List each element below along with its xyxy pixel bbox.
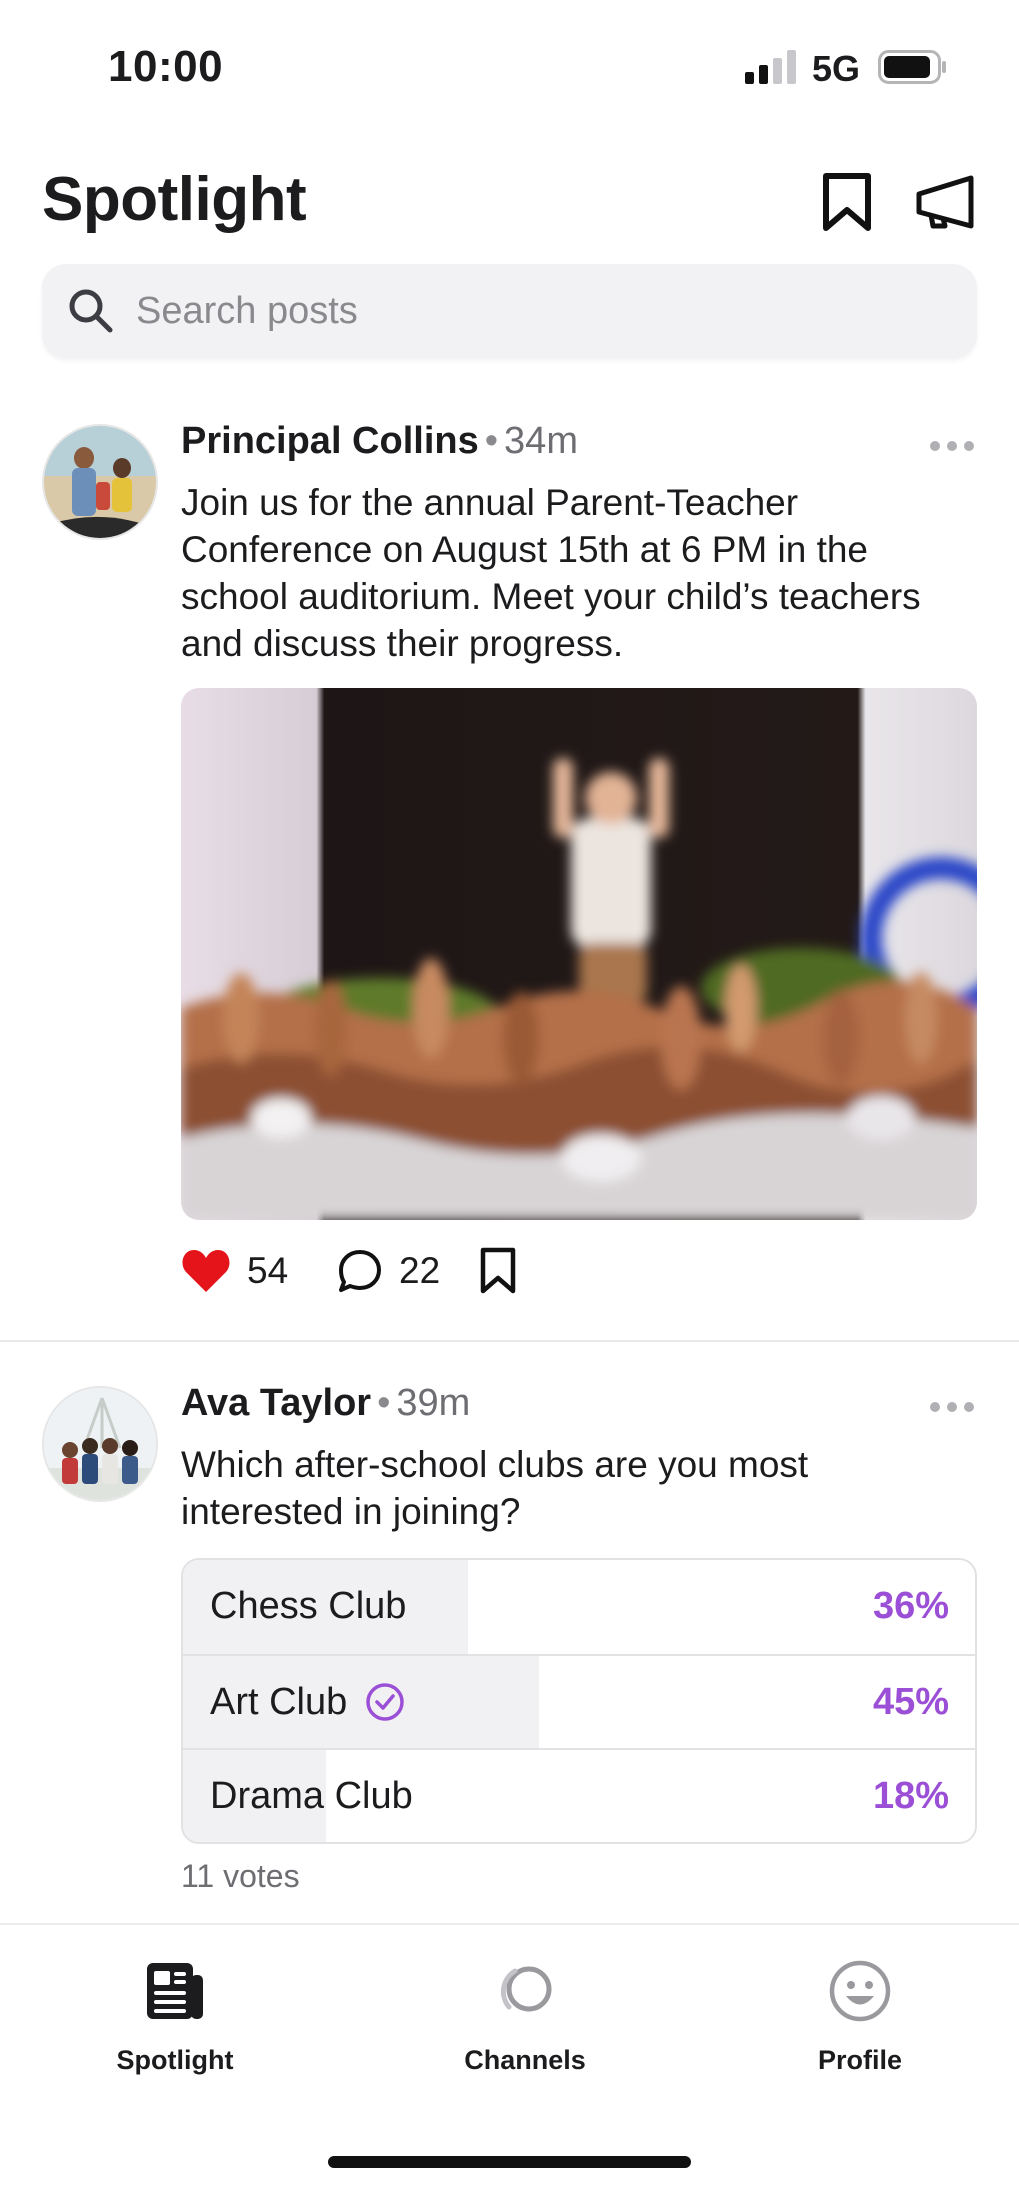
poll-option-label: Art Club — [210, 1681, 348, 1723]
tab-channels[interactable]: Channels — [415, 1959, 635, 2099]
post-header: Principal Collins • 34m — [181, 420, 578, 463]
tab-label: Channels — [464, 2045, 586, 2075]
cellular-signal-icon — [745, 50, 796, 84]
more-options-icon[interactable] — [928, 1400, 976, 1414]
poll: Chess Club 36% Art Club 45% Drama Club 1… — [181, 1558, 977, 1844]
tab-spotlight[interactable]: Spotlight — [65, 1959, 285, 2099]
comment-icon — [339, 1250, 381, 1292]
post-divider — [0, 1340, 1019, 1342]
poll-option[interactable]: Art Club 45% — [183, 1654, 975, 1748]
network-label: 5G — [812, 48, 861, 89]
comment-count: 22 — [399, 1250, 441, 1291]
bookmark-icon — [480, 1247, 516, 1294]
megaphone-icon[interactable] — [915, 172, 977, 234]
bookmark-icon[interactable] — [818, 172, 876, 234]
smiley-icon — [829, 1960, 891, 2022]
post-image[interactable] — [181, 688, 977, 1220]
avatar-photo — [44, 1388, 156, 1500]
check-circle-icon — [366, 1683, 405, 1721]
like-count: 54 — [247, 1250, 289, 1291]
like-button[interactable]: 54 — [181, 1244, 288, 1298]
more-options-icon[interactable] — [928, 439, 976, 453]
search-icon — [69, 289, 113, 333]
comment-button[interactable]: 22 — [337, 1244, 440, 1298]
post-time: 39m — [396, 1382, 471, 1424]
home-indicator — [328, 2156, 691, 2168]
avatar[interactable] — [42, 424, 158, 540]
poll-option-percent: 18% — [872, 1775, 949, 1817]
post-time: 34m — [504, 420, 578, 462]
poll-option[interactable]: Chess Club 36% — [183, 1560, 975, 1654]
meta-separator: • — [484, 420, 499, 462]
search-input[interactable] — [136, 264, 956, 358]
newspaper-icon — [147, 1963, 203, 2019]
poll-option-label: Chess Club — [210, 1585, 407, 1627]
conference-crowd-photo — [181, 688, 977, 1220]
author-name[interactable]: Ava Taylor — [181, 1382, 371, 1424]
channels-icon — [500, 1966, 552, 2012]
heart-icon — [182, 1250, 230, 1292]
post-header: Ava Taylor • 39m — [181, 1382, 470, 1425]
avatar[interactable] — [42, 1386, 158, 1502]
author-name[interactable]: Principal Collins — [181, 420, 479, 462]
poll-option[interactable]: Drama Club 18% — [183, 1748, 975, 1842]
poll-option-label: Drama Club — [210, 1775, 413, 1817]
tab-bar: Spotlight Channels Profile — [0, 1923, 1019, 2187]
tab-label: Profile — [817, 2045, 903, 2075]
search-bar[interactable] — [42, 264, 977, 358]
battery-icon — [878, 50, 946, 84]
poll-option-percent: 45% — [872, 1681, 949, 1723]
tab-profile[interactable]: Profile — [750, 1959, 970, 2099]
status-time: 10:00 — [108, 42, 224, 91]
save-button[interactable] — [478, 1244, 518, 1298]
avatar-photo — [44, 426, 156, 538]
tab-label: Spotlight — [116, 2045, 234, 2075]
poll-vote-count: 11 votes — [181, 1858, 300, 1894]
meta-separator: • — [377, 1382, 391, 1424]
poll-option-percent: 36% — [872, 1585, 949, 1627]
post-body: Join us for the annual Parent-Teacher Co… — [181, 482, 921, 664]
poll-question: Which after-school clubs are you most in… — [181, 1444, 809, 1532]
post-actions: 54 22 — [181, 1244, 781, 1298]
page-title: Spotlight — [42, 165, 307, 234]
status-bar: 10:00 5G — [0, 0, 1019, 120]
